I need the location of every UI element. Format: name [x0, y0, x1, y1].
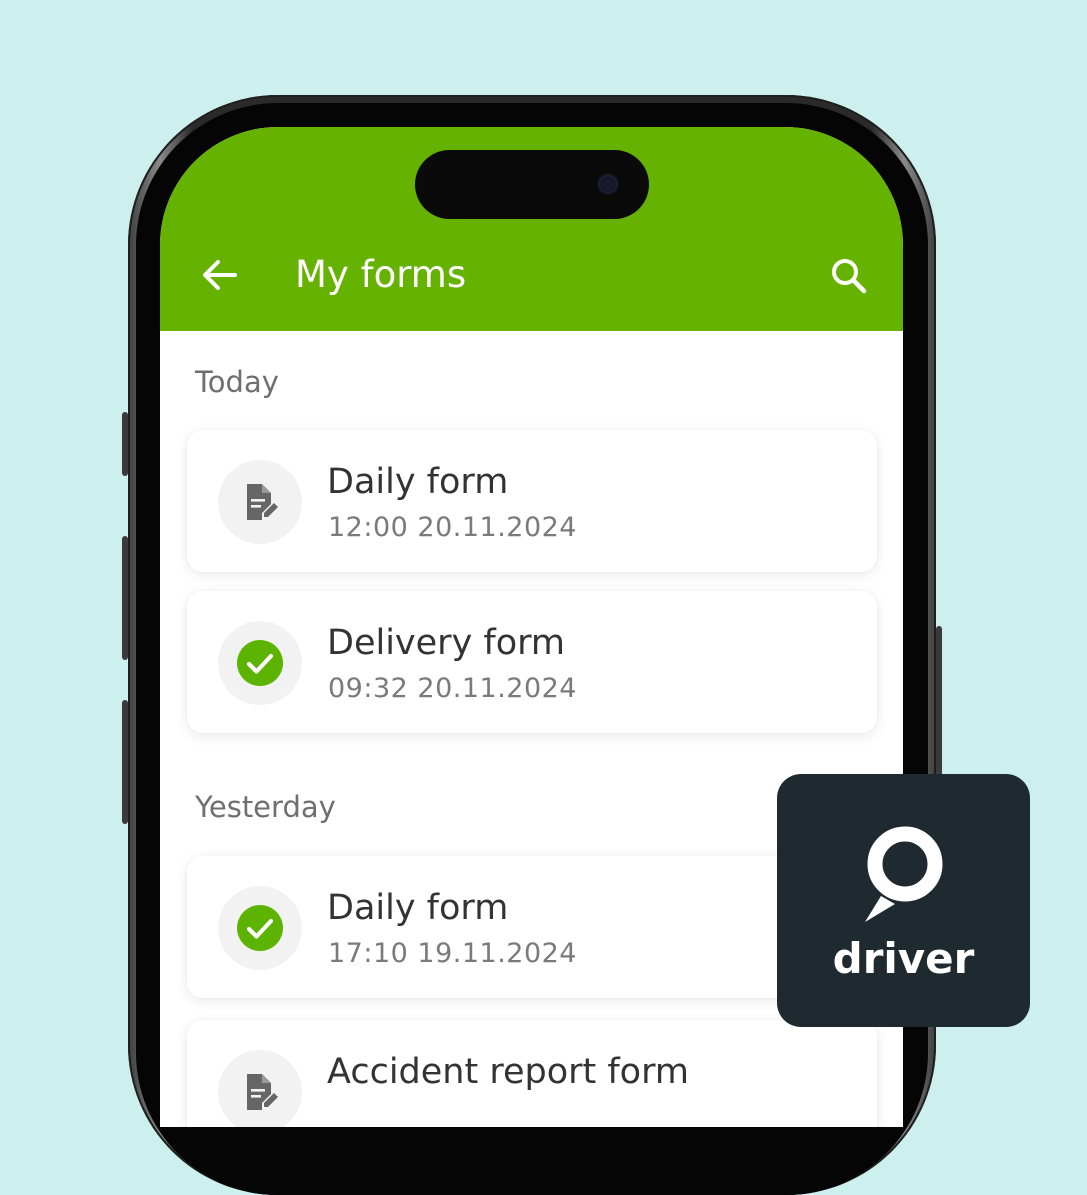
phone-side-button	[122, 700, 128, 824]
driver-wordmark: driver	[832, 934, 975, 983]
form-title: Daily form	[327, 462, 509, 502]
dynamic-island	[415, 150, 649, 219]
form-title: Daily form	[327, 888, 509, 928]
map-pin-speech-icon	[865, 826, 943, 922]
form-title: Accident report form	[327, 1052, 689, 1092]
search-icon	[832, 259, 867, 294]
section-label-yesterday: Yesterday	[195, 790, 336, 824]
camera-icon	[598, 174, 618, 194]
form-datetime: 09:32 20.11.2024	[328, 673, 577, 704]
form-datetime: 12:00 20.11.2024	[328, 512, 577, 543]
document-edit-icon	[247, 1074, 278, 1110]
form-card[interactable]: Daily form 17:10 19.11.2024	[187, 856, 877, 998]
check-circle-icon	[237, 640, 283, 686]
arrow-left-icon	[203, 260, 237, 290]
check-circle-icon	[237, 905, 283, 951]
phone-side-button	[122, 536, 128, 660]
app-bar: My forms	[160, 127, 903, 331]
page-title: My forms	[295, 253, 467, 296]
form-datetime: 17:10 19.11.2024	[328, 938, 577, 969]
section-label-today: Today	[195, 365, 279, 399]
search-button[interactable]	[826, 253, 872, 299]
driver-app-badge: driver	[777, 774, 1030, 1027]
phone-side-button	[122, 412, 128, 476]
form-card[interactable]: Delivery form 09:32 20.11.2024	[187, 591, 877, 733]
document-edit-icon	[247, 484, 278, 520]
form-status-icon	[218, 460, 302, 544]
form-status-icon	[218, 621, 302, 705]
form-status-icon	[218, 886, 302, 970]
form-card[interactable]: Daily form 12:00 20.11.2024	[187, 430, 877, 572]
back-button[interactable]	[198, 253, 242, 297]
form-status-icon	[218, 1050, 302, 1127]
form-card[interactable]: Accident report form	[187, 1020, 877, 1127]
form-title: Delivery form	[327, 623, 566, 663]
